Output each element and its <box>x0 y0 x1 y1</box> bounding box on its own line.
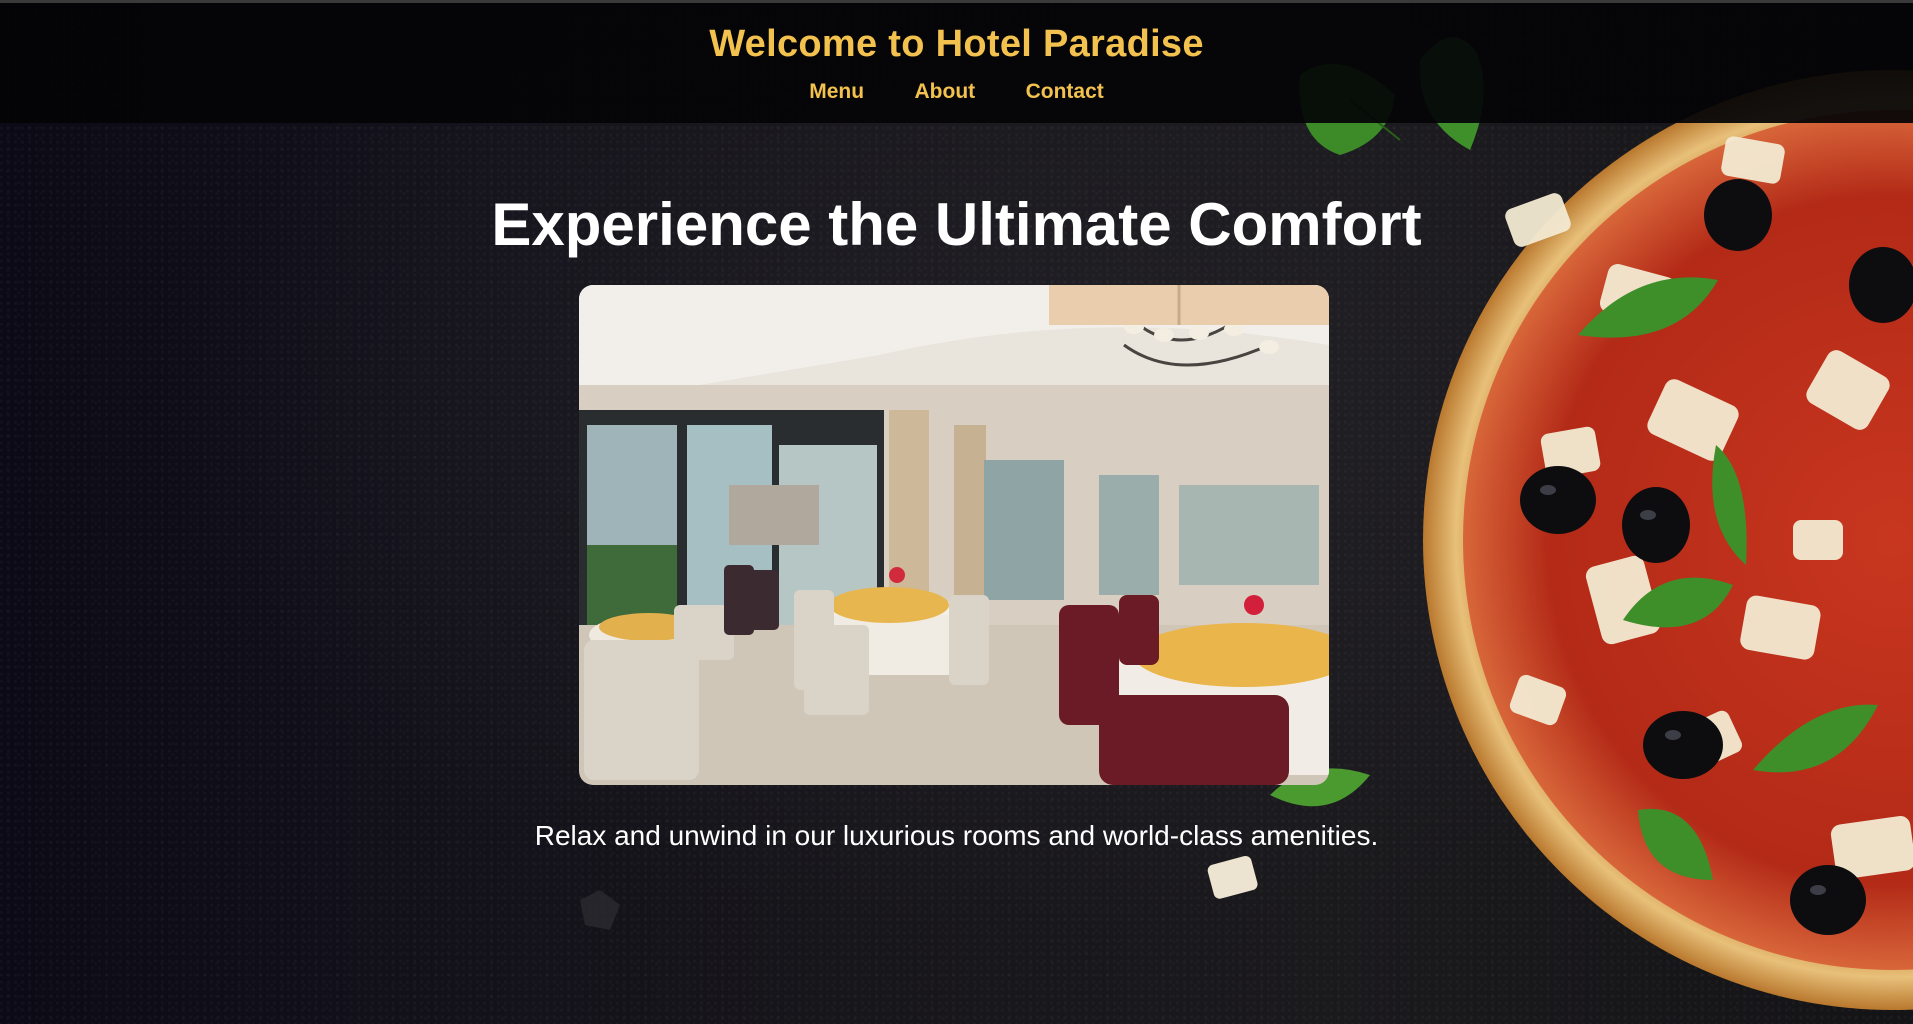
site-header: Welcome to Hotel Paradise Menu About Con… <box>0 3 1913 123</box>
hero-tagline: Relax and unwind in our luxurious rooms … <box>534 820 1379 851</box>
site-title: Welcome to Hotel Paradise <box>709 23 1204 65</box>
hero-title: Experience the Ultimate Comfort <box>491 191 1422 258</box>
nav-link-menu[interactable]: Menu <box>809 80 864 104</box>
nav-link-contact[interactable]: Contact <box>1026 80 1104 104</box>
cheese-flake-icon <box>580 890 620 930</box>
main-navigation: Menu About Contact <box>0 80 1913 104</box>
cheese-flake-icon <box>1207 855 1258 899</box>
nav-link-about[interactable]: About <box>915 80 976 104</box>
restaurant-photo <box>579 285 1329 785</box>
